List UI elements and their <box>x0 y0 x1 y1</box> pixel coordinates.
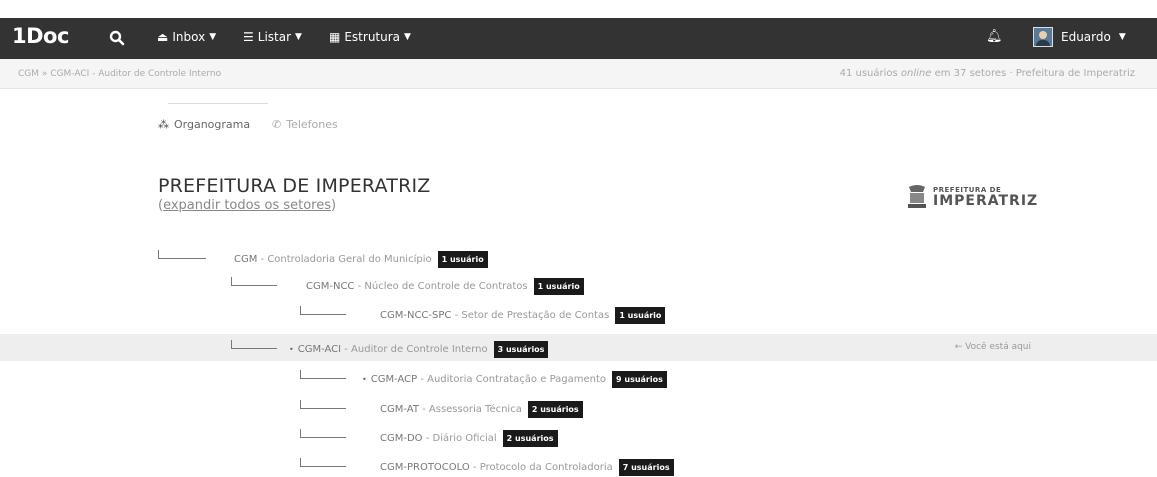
expand-all-link[interactable]: expandir todos os setores <box>163 198 331 213</box>
org-logo: PREFEITURA DE IMPERATRIZ <box>905 184 1038 210</box>
expand-bullet-icon[interactable]: • <box>362 375 367 384</box>
online-word: online <box>900 68 932 79</box>
tree-row: CGM-DO - Diário Oficial 2 usuários <box>0 426 1157 450</box>
search-icon[interactable] <box>108 29 126 47</box>
tree-row-current: • CGM-ACI - Auditor de Controle Interno 3… <box>0 334 1157 361</box>
sector-name: - Controladoria Geral do Município <box>257 254 432 265</box>
tree-row: CGM-NCC-SPC - Setor de Prestação de Cont… <box>0 303 1157 327</box>
brand-logo[interactable]: 1Doc <box>12 24 69 48</box>
tree-row: CGM-NCC - Núcleo de Controle de Contrato… <box>0 274 1157 298</box>
user-count-badge[interactable]: 7 usuários <box>618 459 674 476</box>
sector-code: CGM-DO <box>380 433 423 444</box>
chevron-down-icon: ▼ <box>209 32 217 42</box>
expand-bullet-icon[interactable]: • <box>289 345 294 354</box>
sector-code: CGM-PROTOCOLO <box>380 462 470 473</box>
sector-count: em 37 setores <box>934 68 1007 79</box>
tree-node[interactable]: CGM-NCC - Núcleo de Controle de Contrato… <box>306 278 584 295</box>
tree-node[interactable]: • CGM-ACI - Auditor de Controle Interno 3… <box>289 341 549 358</box>
expand-suffix: ) <box>331 198 337 213</box>
sector-code: CGM-NCC-SPC <box>380 310 452 321</box>
nav-listar[interactable]: ☰ Listar ▼ <box>243 30 302 44</box>
nav-listar-label: Listar <box>257 30 292 44</box>
org-name: · Prefeitura de Imperatriz <box>1009 68 1135 79</box>
tree-connector <box>158 250 206 259</box>
expand-all: (expandir todos os setores) <box>158 198 336 213</box>
user-count-badge[interactable]: 2 usuários <box>502 430 558 447</box>
sitemap-icon: ⁂ <box>158 118 169 131</box>
tab-telefones-label: Telefones <box>286 118 338 131</box>
user-count-badge[interactable]: 1 usuário <box>615 307 666 324</box>
chevron-down-icon: ▼ <box>404 32 411 42</box>
nav-inbox-label: Inbox <box>172 30 206 44</box>
top-whitespace <box>0 0 1157 18</box>
tree-row: CGM-AT - Assessoria Técnica 2 usuários <box>0 397 1157 421</box>
tab-telefones[interactable]: ✆ Telefones <box>272 118 338 131</box>
user-count-badge[interactable]: 3 usuários <box>493 341 549 358</box>
user-count-badge[interactable]: 2 usuários <box>527 401 583 418</box>
inbox-icon: ⏏ <box>157 30 169 44</box>
nav-inbox[interactable]: ⏏ Inbox ▼ <box>157 30 216 44</box>
user-count-badge[interactable]: 9 usuários <box>612 371 667 388</box>
online-status[interactable]: 41 usuários online em 37 setores · Prefe… <box>840 68 1135 79</box>
online-count: 41 usuários <box>839 68 898 79</box>
tree-node[interactable]: CGM-DO - Diário Oficial 2 usuários <box>380 430 558 447</box>
bell-icon[interactable]: 🔔︎ <box>986 29 1003 44</box>
tree-connector <box>231 340 277 349</box>
chevron-down-icon: ▼ <box>295 32 302 42</box>
building-icon: ▦ <box>329 30 341 44</box>
tree-node[interactable]: CGM-AT - Assessoria Técnica 2 usuários <box>380 401 583 418</box>
tree-row: CGM - Controladoria Geral do Município 1… <box>0 247 1157 271</box>
page-title: PREFEITURA DE IMPERATRIZ <box>158 175 431 197</box>
user-name: Eduardo <box>1061 30 1111 44</box>
sector-name: - Setor de Prestação de Contas <box>451 310 610 321</box>
tab-indicator <box>168 103 268 104</box>
current-location-label: Você está aqui <box>965 342 1031 352</box>
sector-code: CGM <box>234 254 258 265</box>
tree-connector <box>300 429 346 438</box>
logo-big-text: IMPERATRIZ <box>933 192 1039 209</box>
tab-organograma[interactable]: ⁂ Organograma <box>158 118 250 131</box>
sector-name: - Auditor de Controle Interno <box>341 344 488 355</box>
chevron-down-icon: ▼ <box>1118 32 1126 42</box>
tree-node[interactable]: CGM - Controladoria Geral do Município 1… <box>234 251 488 268</box>
sector-code: CGM-ACP <box>370 374 418 385</box>
avatar <box>1033 27 1053 47</box>
nav-estrutura[interactable]: ▦ Estrutura ▼ <box>329 30 411 44</box>
sector-name: - Assessoria Técnica <box>418 404 522 415</box>
sector-name: - Auditoria Contratação e Pagamento <box>417 374 607 385</box>
crest-icon <box>908 185 926 208</box>
phone-icon: ✆ <box>272 118 282 131</box>
tree-node[interactable]: • CGM-ACP - Auditoria Contratação e Pagam… <box>362 371 667 388</box>
nav-estrutura-label: Estrutura <box>344 30 401 44</box>
tree-node[interactable]: CGM-NCC-SPC - Setor de Prestação de Cont… <box>380 307 666 324</box>
tree-connector <box>300 306 346 315</box>
user-count-badge[interactable]: 1 usuário <box>437 251 488 268</box>
sector-name: - Diário Oficial <box>422 433 497 444</box>
tree-connector <box>300 458 346 467</box>
user-menu[interactable]: Eduardo ▼ <box>1033 27 1126 47</box>
arrow-left-icon: ← <box>954 342 963 352</box>
list-icon: ☰ <box>243 30 254 44</box>
current-location-marker: ← Você está aqui <box>955 342 1031 352</box>
tree-connector <box>231 277 277 286</box>
tree-row: CGM-PROTOCOLO - Protocolo da Controlador… <box>0 455 1157 477</box>
tree-node[interactable]: CGM-PROTOCOLO - Protocolo da Controlador… <box>380 459 674 476</box>
sector-name: - Protocolo da Controladoria <box>469 462 613 473</box>
sector-code: CGM-ACI <box>297 344 342 355</box>
sector-name: - Núcleo de Controle de Contratos <box>354 281 528 292</box>
sector-code: CGM-AT <box>380 404 419 415</box>
tree-row: • CGM-ACP - Auditoria Contratação e Pagam… <box>0 367 1157 391</box>
tree-connector <box>300 400 346 409</box>
breadcrumb[interactable]: CGM » CGM-ACI - Auditor de Controle Inte… <box>18 69 221 79</box>
tree-connector <box>300 370 346 379</box>
tab-organograma-label: Organograma <box>174 118 251 131</box>
user-count-badge[interactable]: 1 usuário <box>533 278 584 295</box>
sector-code: CGM-NCC <box>306 281 355 292</box>
